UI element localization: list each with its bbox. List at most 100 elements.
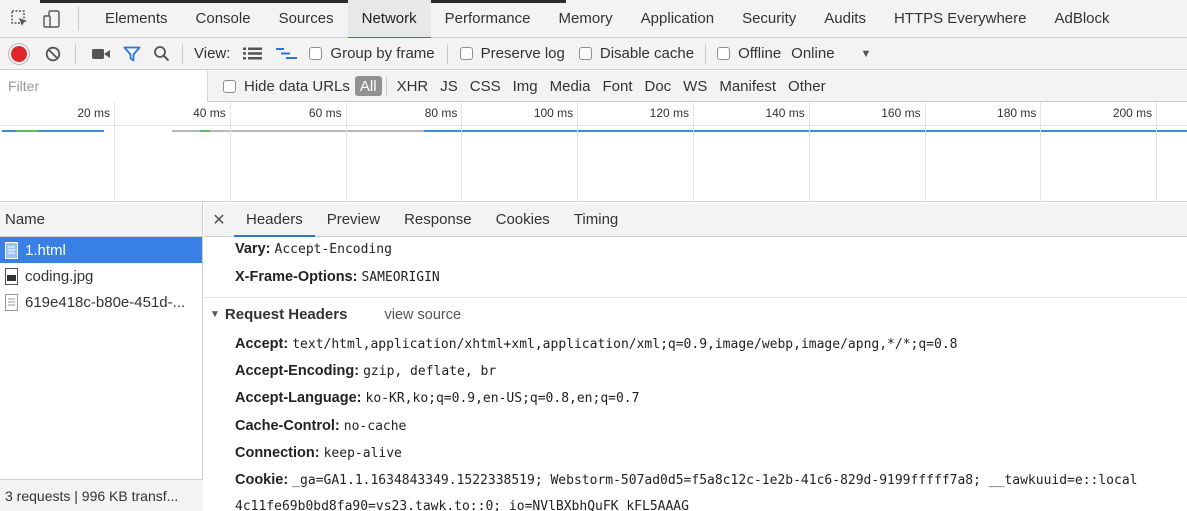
request-headers-section[interactable]: ▼ Request Headers view source xyxy=(210,306,461,323)
request-name: 1.html xyxy=(25,241,66,259)
header-value: _ga=GA1.1.1634843349.1522338519; Webstor… xyxy=(292,473,1138,488)
screenshot-camera-icon[interactable] xyxy=(91,47,111,61)
large-rows-list-icon[interactable] xyxy=(243,47,263,60)
name-column-header[interactable]: Name xyxy=(0,203,202,237)
tab-memory[interactable]: Memory xyxy=(545,0,627,38)
request-headers-title: Request Headers xyxy=(224,306,348,323)
image-file-icon xyxy=(5,267,18,285)
waterfall-bar xyxy=(16,130,38,132)
filter-type-css[interactable]: CSS xyxy=(465,76,506,96)
preserve-log-checkbox[interactable] xyxy=(459,47,473,60)
header-key: Cache-Control: xyxy=(235,417,340,434)
tab-security[interactable]: Security xyxy=(728,0,810,38)
chevron-down-icon[interactable]: ▼ xyxy=(861,48,872,60)
detail-tab-cookies[interactable]: Cookies xyxy=(484,203,562,236)
timeline-overview[interactable]: 20 ms 40 ms 60 ms 80 ms 100 ms 120 ms 140 ms 16… xyxy=(0,102,1187,202)
request-header-row: Connection: keep-alive xyxy=(235,445,402,461)
header-key: Accept-Language: xyxy=(235,390,362,407)
tab-adblock[interactable]: AdBlock xyxy=(1041,0,1124,38)
waterfall-overview-icon[interactable] xyxy=(276,47,298,60)
header-value: keep-alive xyxy=(323,445,402,461)
disable-cache-checkbox[interactable] xyxy=(578,47,592,60)
timeline-tick-label: 60 ms xyxy=(308,106,342,120)
filter-input[interactable]: Filter xyxy=(0,70,208,102)
view-source-link[interactable]: view source xyxy=(384,307,461,323)
main-tabs: Elements Console Sources Network Performance… xyxy=(91,0,1124,39)
header-key: Accept: xyxy=(235,336,289,352)
tab-network[interactable]: Network xyxy=(347,0,431,39)
group-by-frame-label: Group by frame xyxy=(330,45,435,62)
view-label: View: xyxy=(194,45,231,62)
document-file-icon xyxy=(5,293,18,311)
offline-checkbox[interactable] xyxy=(717,47,731,60)
hide-data-urls-label: Hide data URLs xyxy=(244,77,350,95)
filter-type-all[interactable]: All xyxy=(354,76,382,96)
detail-tab-preview[interactable]: Preview xyxy=(315,203,392,236)
filter-type-other[interactable]: Other xyxy=(783,76,831,96)
filter-type-manifest[interactable]: Manifest xyxy=(714,76,781,96)
header-value: SAMEORIGIN xyxy=(361,270,440,285)
tab-sources[interactable]: Sources xyxy=(265,0,348,38)
tab-https-everywhere[interactable]: HTTPS Everywhere xyxy=(880,0,1041,38)
header-key: Vary: xyxy=(235,241,271,257)
header-key: X-Frame-Options: xyxy=(235,269,358,285)
timeline-tick-label: 20 ms xyxy=(77,106,110,120)
header-row-vary: Vary: Accept-Encoding xyxy=(235,241,392,257)
tab-console[interactable]: Console xyxy=(182,0,265,38)
waterfall-bar xyxy=(200,130,210,132)
filter-type-xhr[interactable]: XHR xyxy=(392,76,434,96)
timeline-grid-line xyxy=(345,102,347,202)
search-icon[interactable] xyxy=(153,45,170,62)
throttling-select[interactable]: Online xyxy=(791,45,834,62)
filter-type-ws[interactable]: WS xyxy=(678,76,712,96)
filter-funnel-icon[interactable] xyxy=(123,46,141,62)
timeline-grid-line xyxy=(693,102,694,202)
hide-data-urls-checkbox[interactable] xyxy=(223,79,236,93)
tab-performance[interactable]: Performance xyxy=(431,0,545,38)
detail-tab-headers[interactable]: Headers xyxy=(234,203,315,237)
timeline-grid-line xyxy=(1040,102,1042,202)
close-icon[interactable]: ✕ xyxy=(204,203,234,236)
timeline-grid-line xyxy=(577,102,579,202)
waterfall-bar xyxy=(424,130,1187,132)
request-list: Name 1.html coding.jpg 619e418c-b80e-451d-… xyxy=(0,203,203,511)
timeline-grid-line xyxy=(924,102,926,202)
filter-type-img[interactable]: Img xyxy=(508,76,543,96)
device-toolbar-icon[interactable] xyxy=(40,7,64,31)
clear-icon[interactable] xyxy=(45,46,61,62)
devtools-tab-bar: Elements Console Sources Network Performance… xyxy=(0,0,1187,39)
network-toolbar: View: Group by frame Preserve log Disabl… xyxy=(0,38,1187,70)
detail-tabs: ✕ Headers Preview Response Cookies Timing xyxy=(204,203,1187,237)
toolbar-separator xyxy=(75,43,76,64)
request-rows: 1.html coding.jpg 619e418c-b80e-451d-... xyxy=(0,237,202,315)
filter-type-js[interactable]: JS xyxy=(435,76,463,96)
tab-application[interactable]: Application xyxy=(627,0,728,38)
filter-type-font[interactable]: Font xyxy=(597,76,637,96)
inspect-element-icon[interactable] xyxy=(8,7,32,31)
group-by-frame-checkbox[interactable] xyxy=(309,47,323,60)
timeline-tick-label: 140 ms xyxy=(765,106,805,120)
detail-tab-response[interactable]: Response xyxy=(392,203,484,236)
tab-audits[interactable]: Audits xyxy=(810,0,880,38)
timeline-grid-line xyxy=(114,102,115,202)
timeline-grid-line xyxy=(1156,102,1158,202)
timeline-tick-label: 40 ms xyxy=(193,106,226,120)
header-key: Connection: xyxy=(235,444,320,461)
header-value: gzip, deflate, br xyxy=(363,364,497,380)
preserve-log-label: Preserve log xyxy=(480,45,565,62)
timeline-tick-label: 160 ms xyxy=(881,106,921,120)
filter-type-doc[interactable]: Doc xyxy=(639,76,676,96)
request-row[interactable]: 619e418c-b80e-451d-... xyxy=(0,289,202,315)
request-header-row: Cookie: _ga=GA1.1.1634843349.1522338519;… xyxy=(235,472,1137,488)
section-divider xyxy=(204,297,1187,298)
request-row[interactable]: 1.html xyxy=(0,237,202,263)
timeline-tick-label: 120 ms xyxy=(649,106,689,120)
timeline-grid-line xyxy=(229,102,231,202)
header-value: no-cache xyxy=(343,418,407,434)
request-row[interactable]: coding.jpg xyxy=(0,263,202,289)
disable-cache-label: Disable cache xyxy=(599,45,695,62)
detail-tab-timing[interactable]: Timing xyxy=(562,203,630,236)
record-button[interactable] xyxy=(11,45,27,62)
tab-elements[interactable]: Elements xyxy=(91,0,182,38)
filter-type-media[interactable]: Media xyxy=(545,76,596,96)
